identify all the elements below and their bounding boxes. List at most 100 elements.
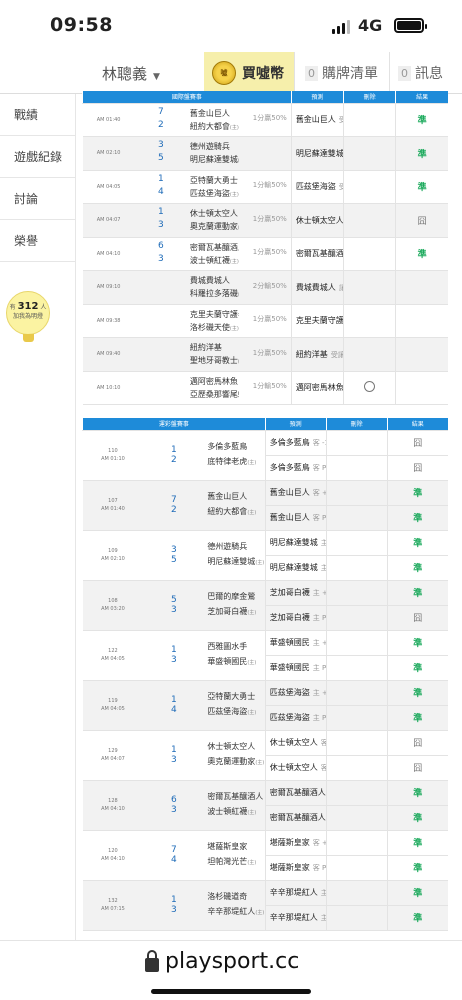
delete-cell [343, 170, 396, 204]
prediction-team: 克里夫蘭守護者 [295, 316, 344, 326]
lightbulb-badge[interactable]: 有 312 人 加我為明燈 [6, 291, 50, 342]
teams-cell: 西雅圖水手 華盛頓國民(主) [204, 630, 266, 681]
delete-cell[interactable] [343, 371, 396, 405]
home-score [135, 388, 187, 401]
delete-cell [325, 780, 388, 806]
home-team-line: 波士頓紅襪(主) [207, 804, 264, 821]
home-score: 3 [170, 755, 177, 765]
spread-cell: 1分輸50% [239, 170, 292, 204]
away-score: 1 [170, 745, 177, 755]
table-row: AM 09:38 克里夫蘭守護者洛杉磯天使(主) 1分贏50%克里夫蘭守護者讓分 [82, 304, 448, 338]
game-code: 108 [108, 598, 118, 604]
prediction-team: 華盛頓國民 [269, 638, 310, 647]
result-cell: 準 [386, 805, 448, 831]
prediction-cell-pk: 芝加哥白襪主 PK [264, 605, 327, 631]
away-score: 3 [157, 140, 164, 151]
sidebar-item-honor[interactable]: 榮譽 [0, 220, 75, 262]
home-team-line: 坦帕灣光芒(主) [207, 854, 264, 871]
home-team-line: 聖地牙哥教士(主) [190, 354, 239, 367]
prediction-cell-spread: 芝加哥白襪主 +1.5 [264, 580, 327, 606]
spread-cell: 2分輸50% [239, 270, 292, 305]
prediction-team: 堪薩斯皇家 [269, 863, 310, 872]
home-score: 3 [170, 805, 177, 815]
result-cell: 準 [395, 237, 448, 271]
prediction-cell-spread: 明尼蘇達雙城主 -1.5 [264, 530, 327, 556]
away-score: 6 [170, 795, 177, 805]
home-score: 4 [170, 855, 177, 865]
teams-cell: 德州遊騎兵明尼蘇達雙城(主) [186, 136, 240, 171]
nav-divider [389, 52, 390, 94]
home-marker: (主) [247, 460, 257, 466]
prediction-line: 主 PK [321, 914, 326, 922]
away-score: 1 [170, 645, 177, 655]
delete-cell [343, 304, 396, 338]
home-marker: (主) [255, 760, 265, 766]
prediction-team: 芝加哥白襪 [269, 588, 310, 597]
delete-circle-icon[interactable] [364, 381, 376, 393]
result-cell: 準 [386, 630, 448, 656]
prediction-cell-spread: 舊金山巨人客 +1.5 [264, 480, 327, 506]
away-team: 舊金山巨人 [207, 492, 248, 501]
delete-cell [325, 680, 388, 706]
home-score: 3 [157, 220, 164, 231]
result-cell: 準 [386, 505, 448, 531]
home-team-line: 奧克蘭運動家(主) [190, 220, 239, 233]
prediction-tag: 受讓 [339, 183, 344, 191]
home-team: 亞歷桑那響尾蛇 [189, 389, 239, 399]
score-cell: 63 [143, 780, 205, 831]
home-score: 3 [157, 253, 164, 264]
table-row: 129AM 04:0713休士頓太空人奧克蘭運動家(主)休士頓太空人客 -1.5… [82, 730, 448, 781]
game-code-time: 109 AM 02:10 [82, 530, 144, 581]
home-team: 紐約大都會 [207, 507, 248, 516]
game-time: AM 07:15 [101, 906, 125, 912]
home-team-line: 紐約大都會(主) [190, 120, 239, 133]
home-score: 2 [170, 455, 177, 465]
result-cell: 準 [386, 880, 448, 906]
teams-cell: 舊金山巨人 紐約大都會(主) [186, 103, 240, 137]
game-code-time: 128 AM 04:10 [82, 780, 144, 831]
away-team: 密爾瓦基釀酒人 [189, 242, 239, 252]
prediction-team: 休士頓太空人 [269, 763, 318, 772]
col-header-del: 刪除 [325, 418, 388, 431]
teams-cell: 多倫多藍鳥 底特律老虎(主) [204, 430, 266, 481]
prediction-team: 明尼蘇達雙城 [269, 538, 318, 547]
sidebar-item-game-history[interactable]: 遊戲紀錄 [0, 136, 75, 178]
col-header-match: 國際盤賽事 [82, 91, 292, 104]
home-marker: (主) [238, 292, 239, 298]
home-marker: (主) [247, 510, 257, 516]
game-code: 129 [108, 748, 118, 754]
home-team: 辛辛那堤紅人 [207, 907, 256, 916]
sidebar-item-record[interactable]: 戰績 [0, 94, 75, 136]
game-time: AM 01:40 [101, 506, 125, 512]
col-header-del: 刪除 [343, 91, 396, 104]
prediction-cell-spread: 密爾瓦基釀酒人客 +1.5 [264, 780, 327, 806]
buy-coins-button[interactable]: 噓 買噓幣 [204, 52, 294, 94]
away-team: 休士頓太空人 [207, 742, 256, 751]
away-team: 邁阿密馬林魚 [189, 376, 238, 386]
result-cell: 準 [395, 136, 448, 171]
sidebar-item-discussion[interactable]: 討論 [0, 178, 75, 220]
teams-cell: 德州遊騎兵明尼蘇達雙城(主) [204, 530, 266, 581]
cart-label: 購牌清單 [322, 66, 378, 82]
messages-button[interactable]: 0 訊息 [398, 63, 443, 83]
table-row: AM 09:40 紐約洋基聖地牙哥教士(主) 1分贏50%紐約洋基受讓精 [82, 337, 448, 372]
prediction-team: 舊金山巨人 [295, 115, 336, 125]
spread-text: 1分輸50% [252, 181, 287, 190]
home-score: 4 [170, 705, 177, 715]
bulb-suffix: 人 [40, 304, 47, 311]
user-menu[interactable]: 林聰義 ▼ [102, 63, 160, 84]
home-indicator[interactable] [151, 989, 311, 994]
prediction-team: 華盛頓國民 [269, 663, 310, 672]
home-team-line: 華盛頓國民(主) [207, 654, 264, 671]
cart-button[interactable]: 0 購牌清單 [305, 63, 378, 83]
prediction-cell-pk: 華盛頓國民主 PK [264, 655, 327, 681]
away-score: 1 [170, 695, 177, 705]
prediction-line: 主 PK [312, 714, 327, 722]
spread-text: 1分輸50% [252, 382, 287, 391]
game-code: 128 [108, 798, 118, 804]
result-cell: 準 [386, 580, 448, 606]
prediction-team: 明尼蘇達雙城 [295, 148, 344, 158]
game-time: AM 01:40 [82, 103, 135, 137]
delete-cell [325, 555, 388, 581]
home-team-line: 洛杉磯天使(主) [190, 321, 239, 334]
